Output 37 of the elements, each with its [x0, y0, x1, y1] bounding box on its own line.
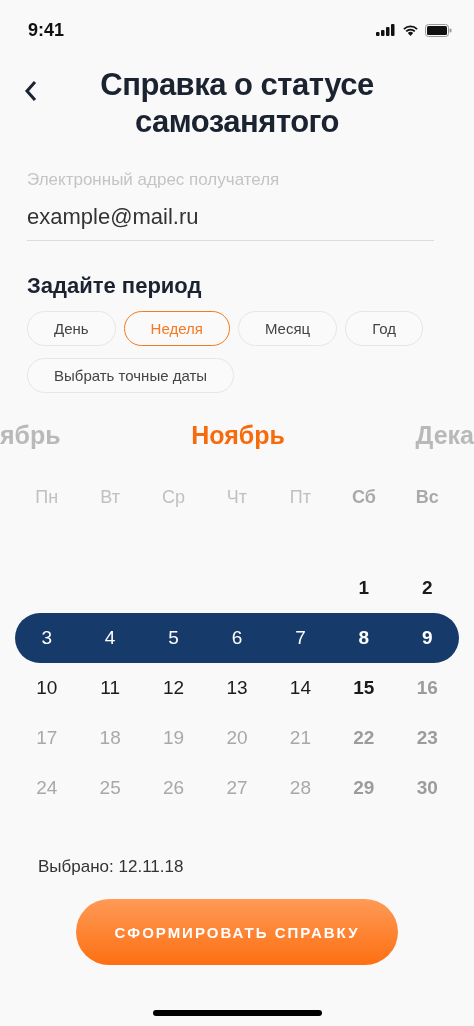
wifi-icon — [402, 24, 419, 36]
calendar-day[interactable]: 7 — [295, 627, 306, 649]
calendar-day[interactable]: 5 — [168, 627, 179, 649]
battery-icon — [425, 23, 452, 37]
period-chip[interactable]: Месяц — [237, 311, 338, 346]
weekday-label: Сб — [351, 487, 376, 508]
weekday-label: Пн — [35, 487, 59, 508]
calendar-day[interactable]: 6 — [231, 627, 243, 649]
calendar-day[interactable]: 11 — [100, 677, 120, 699]
selected-week[interactable]: 3 4 5 6 7 8 9 — [15, 613, 459, 663]
calendar-day[interactable]: 10 — [36, 677, 58, 699]
back-icon[interactable] — [24, 80, 38, 102]
status-time: 9:41 — [28, 19, 65, 41]
calendar-day[interactable]: 12 — [163, 677, 185, 699]
calendar-day[interactable]: 3 — [41, 627, 52, 649]
signal-icon — [376, 24, 396, 36]
weekday-label: Пт — [289, 487, 311, 508]
weekday-label: Ср — [162, 487, 186, 508]
email-value: example@mail.ru — [27, 204, 200, 230]
calendar-day[interactable]: 9 — [422, 627, 433, 649]
calendar-day[interactable]: 1 — [358, 577, 370, 599]
calendar-day[interactable]: 8 — [358, 627, 370, 649]
calendar-day[interactable]: 13 — [226, 677, 248, 699]
calendar-day[interactable]: 15 — [353, 677, 375, 699]
selected-date: Выбрано: 12.11.18 — [38, 857, 185, 877]
period-chip[interactable]: День — [27, 311, 116, 346]
weekday-label: Вт — [100, 487, 120, 508]
calendar-day[interactable]: 14 — [289, 677, 311, 699]
week-row[interactable]: 1 2 — [15, 563, 459, 613]
period-chip[interactable]: Год — [345, 311, 424, 346]
weekday-label: Вс — [415, 487, 439, 508]
calendar-day[interactable]: 4 — [104, 627, 116, 649]
page-title: Справка о статусе самозанятого — [99, 66, 375, 140]
weekday-label: Чт — [226, 487, 248, 508]
calendar-day[interactable]: 2 — [422, 577, 433, 599]
period-chip[interactable]: Выбрать точные даты — [27, 358, 235, 393]
section-title: Задайте период — [27, 273, 203, 299]
